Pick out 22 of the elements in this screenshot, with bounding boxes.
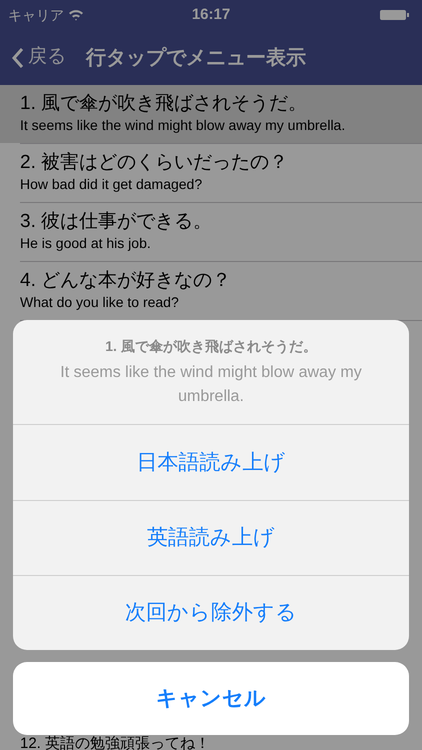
japanese-sentence: 3. 彼は仕事ができる。 — [20, 210, 214, 234]
back-button[interactable]: 戻る — [12, 43, 66, 72]
sheet-action[interactable]: 英語読み上げ — [13, 500, 409, 575]
japanese-sentence: 4. どんな本が好きなの？ — [20, 269, 232, 293]
nav-title: 行タップでメニュー表示 — [86, 46, 306, 70]
list-row[interactable]: 1. 風で傘が吹き飛ばされそうだ。 It seems like the wind might blow away my umbrella. — [0, 85, 422, 143]
sheet-action[interactable]: 日本語読み上げ — [13, 425, 409, 500]
chevron-left-icon — [12, 46, 24, 68]
english-sentence: It seems like the wind might blow away my umbrella. — [20, 116, 346, 134]
carrier-label: キャリア — [8, 6, 64, 24]
sheet-title: 1. 風で傘が吹き飛ばされそうだ。 — [105, 336, 317, 356]
sheet-action[interactable]: 次回から除外する — [13, 575, 409, 650]
sheet-message: It seems like the wind might blow away my umbrella. — [59, 362, 363, 406]
english-sentence: He is good at his job. — [20, 234, 152, 252]
english-sentence: What do you like to read? — [20, 293, 180, 311]
english-sentence: How bad did it get damaged? — [20, 175, 204, 193]
clock: 16:17 — [192, 4, 230, 25]
japanese-sentence: 2. 被害はどのくらいだったの？ — [20, 151, 290, 175]
cancel-button[interactable]: キャンセル — [13, 662, 409, 735]
wifi-icon — [68, 9, 84, 21]
japanese-sentence: 1. 風で傘が吹き飛ばされそうだ。 — [20, 92, 308, 116]
battery-icon — [380, 9, 410, 21]
